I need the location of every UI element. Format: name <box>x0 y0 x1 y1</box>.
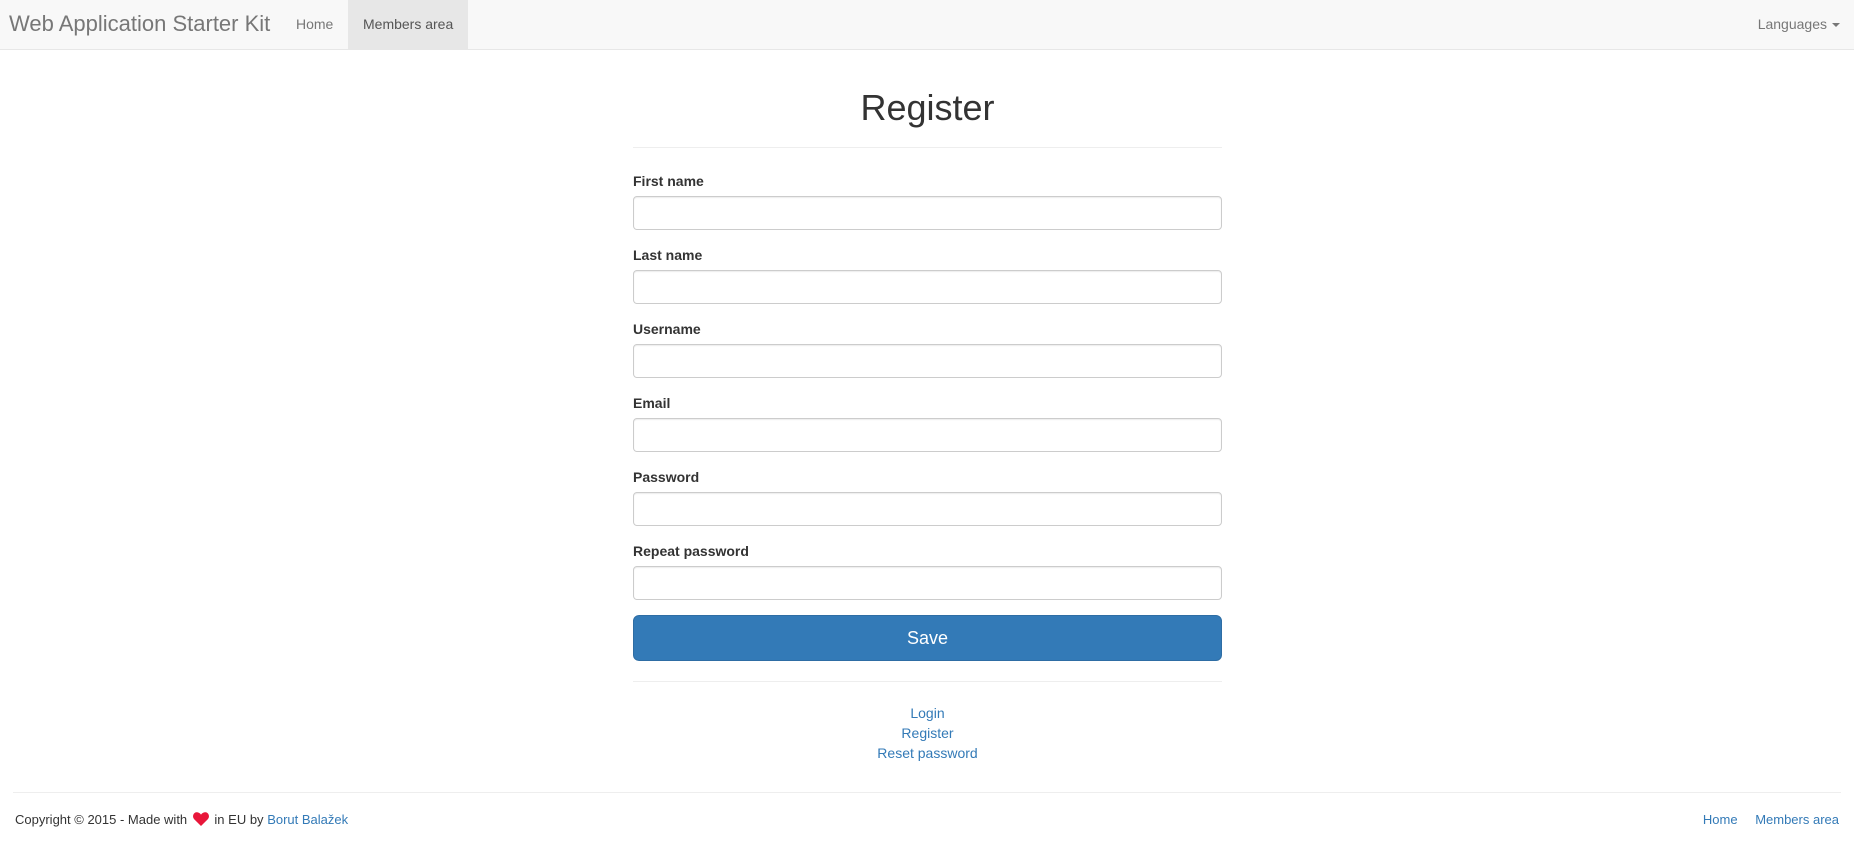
footer-nav: Home Members area <box>1689 812 1839 827</box>
username-input[interactable] <box>633 344 1222 378</box>
caret-down-icon <box>1832 23 1840 28</box>
password-input[interactable] <box>633 492 1222 526</box>
password-label: Password <box>633 469 700 485</box>
copyright-suffix: in EU by <box>214 812 264 827</box>
copyright: Copyright © 2015 - Made with in EU by Bo… <box>15 812 348 829</box>
divider <box>633 681 1222 682</box>
copyright-prefix: Copyright © 2015 - Made with <box>15 812 188 827</box>
footer: Copyright © 2015 - Made with in EU by Bo… <box>13 792 1841 827</box>
navbar: Web Application Starter Kit Home Members… <box>0 0 1854 50</box>
save-button[interactable]: Save <box>633 615 1222 661</box>
login-link[interactable]: Login <box>633 703 1222 723</box>
heart-icon <box>192 812 209 829</box>
divider <box>633 147 1222 148</box>
brand-link[interactable]: Web Application Starter Kit <box>9 11 270 37</box>
register-container: Register First name Last name Username E… <box>633 50 1222 763</box>
email-label: Email <box>633 395 671 411</box>
register-link[interactable]: Register <box>633 723 1222 743</box>
register-form: First name Last name Username Email Pass… <box>633 171 1222 661</box>
first-name-label: First name <box>633 173 704 189</box>
repeat-password-label: Repeat password <box>633 543 749 559</box>
author-link[interactable]: Borut Balažek <box>267 812 348 827</box>
username-label: Username <box>633 321 701 337</box>
footer-members-area-link[interactable]: Members area <box>1755 812 1839 827</box>
repeat-password-group: Repeat password <box>633 541 1222 600</box>
languages-dropdown[interactable]: Languages <box>1758 0 1840 49</box>
footer-home-link[interactable]: Home <box>1703 812 1738 827</box>
last-name-group: Last name <box>633 245 1222 304</box>
nav-home-link[interactable]: Home <box>281 0 348 49</box>
repeat-password-input[interactable] <box>633 566 1222 600</box>
reset-password-link[interactable]: Reset password <box>633 743 1222 763</box>
nav-members-area-link[interactable]: Members area <box>348 0 469 49</box>
first-name-input[interactable] <box>633 196 1222 230</box>
email-input[interactable] <box>633 418 1222 452</box>
page-title: Register <box>860 87 995 128</box>
first-name-group: First name <box>633 171 1222 230</box>
email-group: Email <box>633 393 1222 452</box>
last-name-label: Last name <box>633 247 703 263</box>
auth-links: Login Register Reset password <box>633 703 1222 763</box>
last-name-input[interactable] <box>633 270 1222 304</box>
password-group: Password <box>633 467 1222 526</box>
languages-label: Languages <box>1757 16 1827 32</box>
username-group: Username <box>633 319 1222 378</box>
